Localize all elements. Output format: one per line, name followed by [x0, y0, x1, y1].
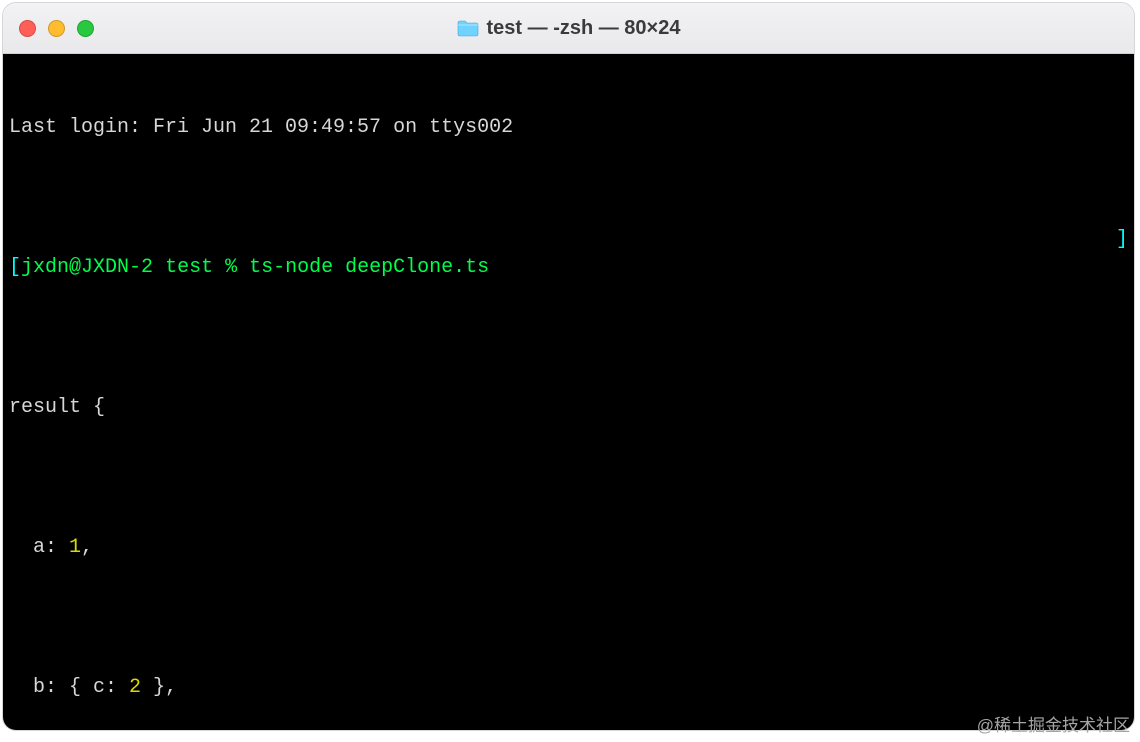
last-login-line: Last login: Fri Jun 21 09:49:57 on ttys0… — [9, 114, 1128, 142]
window-title: test — -zsh — 80×24 — [487, 17, 681, 40]
window-title-wrap: test — -zsh — 80×24 — [3, 17, 1134, 40]
traffic-lights — [19, 20, 94, 37]
result-open: result { — [9, 394, 1128, 422]
terminal-window: test — -zsh — 80×24 Last login: Fri Jun … — [2, 2, 1135, 731]
prompt-close-bracket: ] — [1116, 226, 1128, 254]
prompt-dir: test — [165, 256, 213, 279]
titlebar: test — -zsh — 80×24 — [3, 3, 1134, 54]
terminal-output[interactable]: Last login: Fri Jun 21 09:49:57 on ttys0… — [3, 54, 1134, 730]
row-a: a: 1, — [9, 534, 1128, 562]
folder-icon — [457, 19, 479, 37]
minimize-button[interactable] — [48, 20, 65, 37]
prompt-symbol: % — [225, 256, 237, 279]
prompt-user-host: jxdn@JXDN-2 — [21, 256, 153, 279]
row-b: b: { c: 2 }, — [9, 674, 1128, 702]
prompt-open-bracket: [ — [9, 256, 21, 279]
watermark: @稀土掘金技术社区 — [977, 711, 1130, 736]
command-line: [jxdn@JXDN-2 test % ts-node deepClone.ts… — [9, 226, 1128, 310]
close-button[interactable] — [19, 20, 36, 37]
maximize-button[interactable] — [77, 20, 94, 37]
typed-command: ts-node deepClone.ts — [249, 256, 489, 279]
